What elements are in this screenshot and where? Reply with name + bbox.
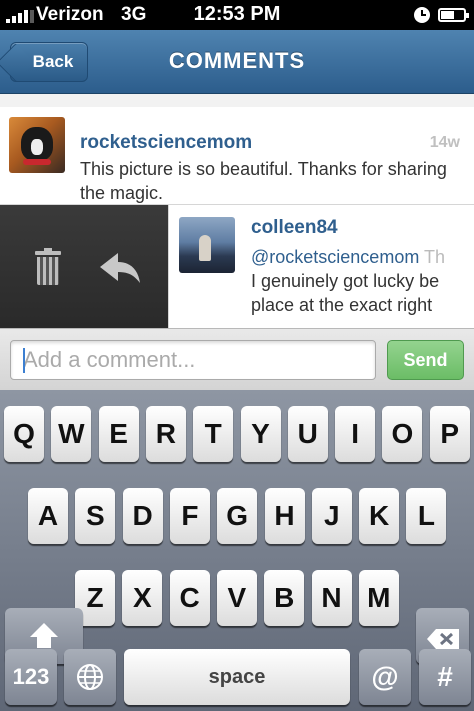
- mention-link[interactable]: @rocketsciencemom: [251, 247, 419, 267]
- key-m[interactable]: M: [358, 570, 399, 626]
- status-bar: Verizon 3G 12:53 PM: [0, 0, 474, 30]
- numbers-key[interactable]: 123: [5, 649, 57, 705]
- hash-key[interactable]: #: [419, 649, 471, 705]
- key-q[interactable]: Q: [4, 406, 44, 462]
- status-time: 12:53 PM: [193, 3, 281, 25]
- comment-username[interactable]: rocketsciencemom: [80, 132, 252, 154]
- back-button-label: Back: [32, 52, 74, 71]
- backspace-icon: [426, 625, 460, 649]
- comment-text-line: I genuinely got lucky be: [251, 271, 440, 291]
- key-d[interactable]: D: [122, 488, 163, 544]
- comment-text-line: place at the exact right: [251, 295, 433, 315]
- avatar[interactable]: [9, 117, 65, 173]
- key-y[interactable]: Y: [240, 406, 281, 462]
- avatar[interactable]: [179, 217, 235, 273]
- key-n[interactable]: N: [311, 570, 352, 626]
- key-u[interactable]: U: [287, 406, 328, 462]
- clock-icon: [414, 7, 430, 23]
- send-button[interactable]: Send: [387, 340, 464, 380]
- comment-input[interactable]: [10, 340, 376, 380]
- keyboard: QWERTYUIOP ASDFGHJKL ZXCVBNM 123 space @…: [0, 390, 474, 711]
- key-b[interactable]: B: [264, 570, 305, 626]
- globe-key[interactable]: [64, 649, 116, 705]
- reply-icon[interactable]: [98, 251, 142, 287]
- comments-list: rocketsciencemom 14w This picture is so …: [0, 94, 474, 328]
- comment-body: colleen84 @rocketsciencemom Th I genuine…: [168, 205, 474, 328]
- key-h[interactable]: H: [264, 488, 305, 544]
- key-r[interactable]: R: [145, 406, 186, 462]
- key-v[interactable]: V: [216, 570, 257, 626]
- key-c[interactable]: C: [169, 570, 210, 626]
- key-s[interactable]: S: [75, 488, 116, 544]
- key-l[interactable]: L: [406, 488, 447, 544]
- comment-text: @rocketsciencemom Th I genuinely got luc…: [251, 245, 474, 317]
- comment-item[interactable]: colleen84 @rocketsciencemom Th I genuine…: [0, 205, 474, 328]
- comment-text: This picture is so beautiful. Thanks for…: [80, 159, 447, 203]
- key-e[interactable]: E: [98, 406, 139, 462]
- swipe-actions: [0, 205, 168, 328]
- text-caret: [23, 348, 25, 373]
- key-j[interactable]: J: [311, 488, 352, 544]
- key-g[interactable]: G: [217, 488, 258, 544]
- key-i[interactable]: I: [335, 406, 376, 462]
- comment-item[interactable]: rocketsciencemom 14w This picture is so …: [0, 107, 474, 205]
- battery-icon: [438, 8, 469, 22]
- comment-text-fragment: Th: [419, 247, 446, 267]
- shift-icon: [30, 623, 58, 648]
- at-key[interactable]: @: [359, 649, 411, 705]
- globe-icon: [77, 664, 103, 690]
- back-button[interactable]: Back: [10, 42, 88, 82]
- key-x[interactable]: X: [122, 570, 163, 626]
- comment-input-bar: Send: [0, 328, 474, 390]
- key-k[interactable]: K: [359, 488, 400, 544]
- key-t[interactable]: T: [193, 406, 234, 462]
- key-p[interactable]: P: [429, 406, 470, 462]
- key-a[interactable]: A: [28, 488, 68, 544]
- space-key[interactable]: space: [124, 649, 350, 705]
- comment-username[interactable]: colleen84: [251, 217, 338, 239]
- key-o[interactable]: O: [382, 406, 423, 462]
- key-f[interactable]: F: [169, 488, 210, 544]
- key-w[interactable]: W: [51, 406, 92, 462]
- nav-bar: COMMENTS Back: [0, 30, 474, 94]
- comment-timestamp: 14w: [429, 134, 460, 151]
- trash-icon[interactable]: [35, 248, 61, 285]
